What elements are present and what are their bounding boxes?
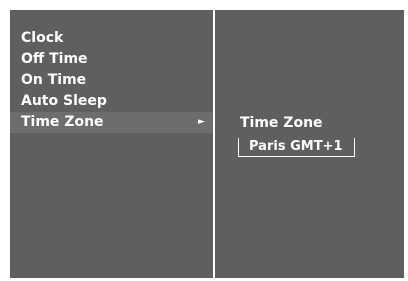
time-zone-panel: Time Zone Paris GMT+1 <box>238 114 355 157</box>
menu-item-off-time[interactable]: Off Time <box>10 49 213 70</box>
menu-item-on-time[interactable]: On Time <box>10 70 213 91</box>
menu-item-clock[interactable]: Clock <box>10 28 213 49</box>
time-menu-list: Clock Off Time On Time Auto Sleep Time Z… <box>10 28 213 133</box>
menu-item-auto-sleep[interactable]: Auto Sleep <box>10 91 213 112</box>
panel-title: Time Zone <box>240 115 323 131</box>
submenu-arrow-icon: ► <box>198 117 205 127</box>
time-zone-value: Paris GMT+1 <box>249 139 343 154</box>
time-zone-selector[interactable]: Paris GMT+1 <box>238 138 355 157</box>
osd-menu-frame: Clock Off Time On Time Auto Sleep Time Z… <box>10 10 404 278</box>
panel-divider <box>213 10 215 278</box>
menu-item-label: On Time <box>21 72 87 88</box>
menu-item-time-zone[interactable]: Time Zone ► <box>10 112 213 133</box>
menu-item-label: Off Time <box>21 51 88 67</box>
menu-item-label: Clock <box>21 30 64 46</box>
menu-item-label: Time Zone <box>21 114 104 130</box>
menu-item-label: Auto Sleep <box>21 93 107 109</box>
